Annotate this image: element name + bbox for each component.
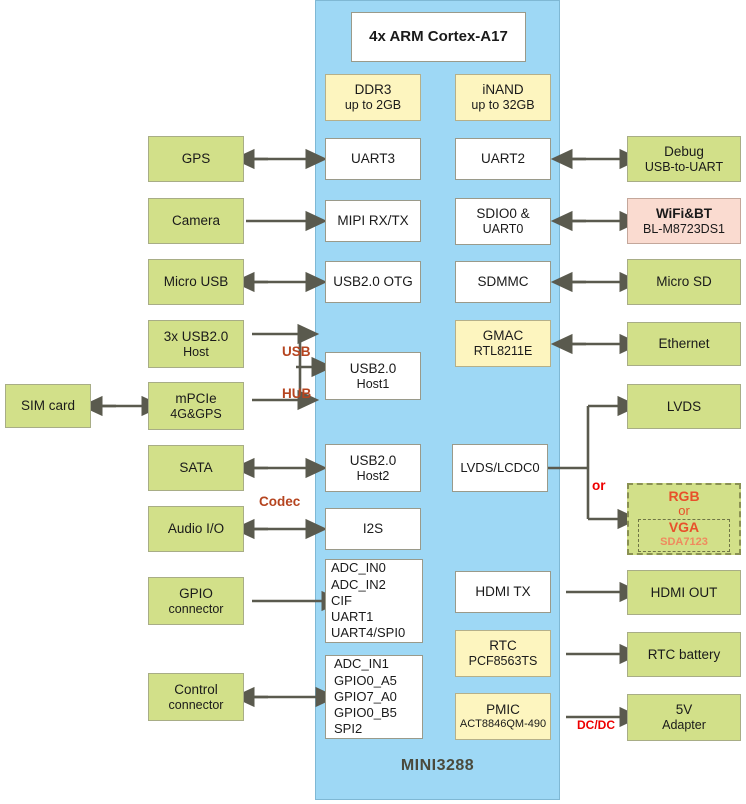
peripheral-camera: Camera	[148, 198, 244, 244]
signal-line: GPIO7_A0	[334, 688, 397, 704]
bus-label-dcdc: DC/DC	[577, 718, 615, 732]
soc-block-inand: iNAND up to 32GB	[455, 74, 551, 121]
peripheral-audio-io: Audio I/O	[148, 506, 244, 552]
soc-block-gmac: GMAC RTL8211E	[455, 320, 551, 367]
signal-line: GPIO0_A5	[334, 672, 397, 688]
peripheral-rtc-battery: RTC battery	[627, 632, 741, 677]
rgb-or-label: or	[678, 503, 690, 518]
peripheral-gpio-connector: GPIO connector	[148, 577, 244, 625]
peripheral-sata: SATA	[148, 445, 244, 491]
soc-block-usb-host1: USB2.0 Host1	[325, 352, 421, 400]
peripheral-5v-adapter: 5V Adapter	[627, 694, 741, 741]
peripheral-control-connector: Control connector	[148, 673, 244, 721]
peripheral-micro-sd: Micro SD	[627, 259, 741, 305]
vga-label: VGA	[668, 519, 700, 536]
soc-block-rtc: RTC PCF8563TS	[455, 630, 551, 677]
peripheral-gps: GPS	[148, 136, 244, 182]
soc-block-uart3: UART3	[325, 138, 421, 180]
soc-block-ddr3: DDR3 up to 2GB	[325, 74, 421, 121]
peripheral-mpcie: mPCIe 4G&GPS	[148, 382, 244, 430]
vga-part-label: SDA7123	[660, 535, 708, 548]
soc-block-lvds-lcdc0: LVDS/LCDC0	[452, 444, 548, 492]
signal-line: SPI2	[334, 721, 363, 737]
soc-block-sdmmc: SDMMC	[455, 261, 551, 303]
signal-line: CIF	[331, 592, 352, 608]
soc-block-control-signals: ADC_IN1 GPIO0_A5 GPIO7_A0 GPIO0_B5 SPI2	[325, 655, 423, 739]
soc-block-gpio-signals: ADC_IN0 ADC_IN2 CIF UART1 UART4/SPI0	[325, 559, 423, 643]
bus-label-usb: USB	[282, 344, 311, 359]
signal-line: UART4/SPI0	[331, 625, 406, 641]
signal-line: ADC_IN2	[331, 576, 386, 592]
soc-name-label: MINI3288	[400, 757, 475, 774]
peripheral-lvds: LVDS	[627, 384, 741, 429]
block-diagram-canvas: 4x ARM Cortex-A17 DDR3 up to 2GB iNAND u…	[0, 0, 746, 804]
vga-inner-box: VGA SDA7123	[637, 519, 731, 552]
soc-block-pmic: PMIC ACT8846QM-490	[455, 693, 551, 740]
bus-label-hub: HUB	[282, 386, 312, 401]
soc-block-i2s: I2S	[325, 508, 421, 550]
peripheral-hdmi-out: HDMI OUT	[627, 570, 741, 615]
signal-line: GPIO0_B5	[334, 705, 397, 721]
rgb-label: RGB	[668, 488, 700, 504]
signal-line: ADC_IN0	[331, 560, 386, 576]
bus-label-codec: Codec	[259, 494, 301, 509]
peripheral-wifi-bt: WiFi&BT BL-M8723DS1	[627, 198, 741, 244]
soc-block-usb-host2: USB2.0 Host2	[325, 444, 421, 492]
soc-block-usb-otg: USB2.0 OTG	[325, 261, 421, 303]
peripheral-rgb-vga: RGB or VGA SDA7123	[627, 483, 741, 555]
soc-block-uart2: UART2	[455, 138, 551, 180]
soc-block-sdio0-uart0: SDIO0 & UART0	[455, 198, 551, 245]
bus-label-or: or	[592, 478, 606, 493]
peripheral-debug: Debug USB-to-UART	[627, 136, 741, 182]
soc-block-mipi: MIPI RX/TX	[325, 200, 421, 242]
soc-block-cpu: 4x ARM Cortex-A17	[351, 12, 526, 62]
peripheral-usb-host-3x: 3x USB2.0 Host	[148, 320, 244, 368]
signal-line: UART1	[331, 609, 374, 625]
peripheral-ethernet: Ethernet	[627, 322, 741, 366]
soc-block-hdmi-tx: HDMI TX	[455, 571, 551, 613]
peripheral-sim-card: SIM card	[5, 384, 91, 428]
signal-line: ADC_IN1	[334, 656, 389, 672]
peripheral-micro-usb: Micro USB	[148, 259, 244, 305]
